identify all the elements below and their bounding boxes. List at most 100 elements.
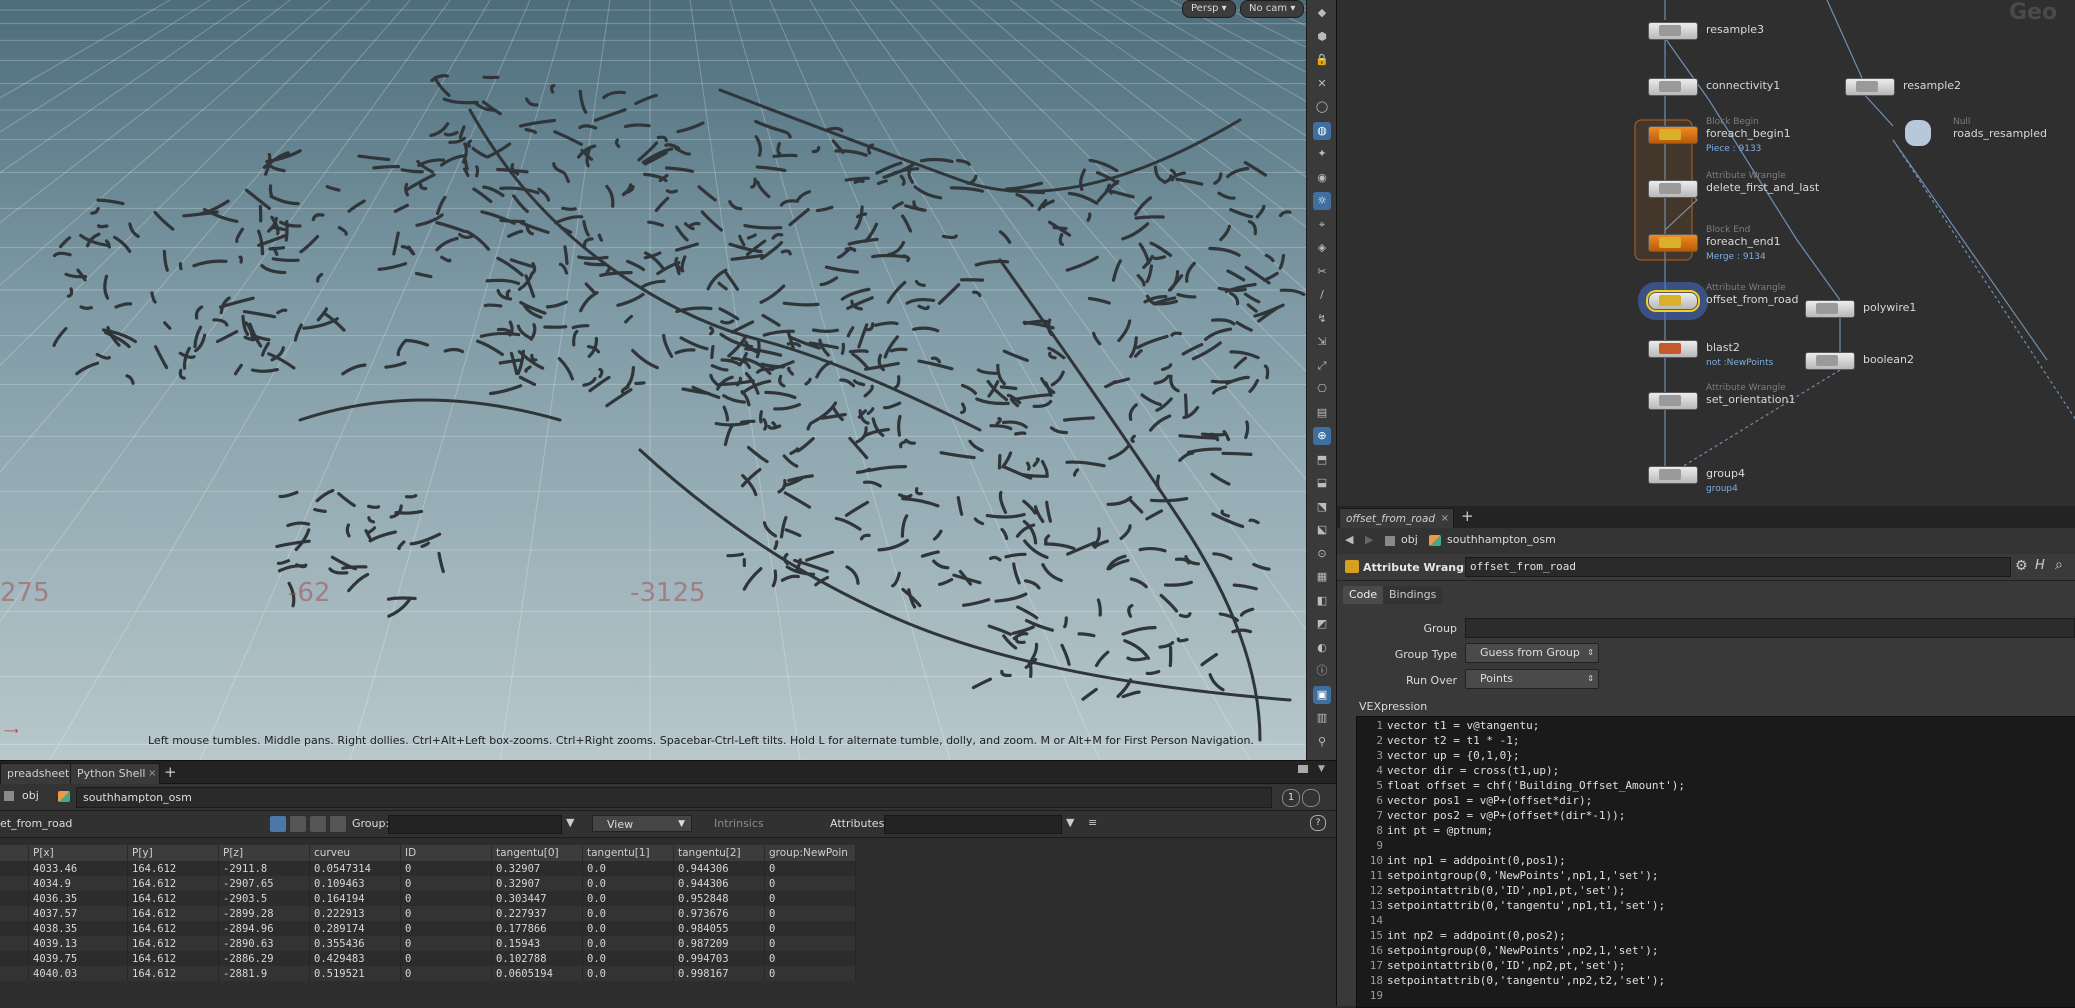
column-header[interactable]: tangentu[0] <box>491 845 583 861</box>
run-over-dropdown[interactable]: Points ⇕ <box>1465 669 1599 689</box>
column-header[interactable]: curveu <box>309 845 401 861</box>
table-row[interactable]: 4039.75 164.612 -2886.29 0.429483 0 0.102788 0… <box>0 951 856 966</box>
network-node[interactable] <box>1648 392 1698 410</box>
viewport-tool-icon[interactable]: ◍ <box>1313 121 1331 140</box>
code-line[interactable]: setpointattrib(0,'tangentu',np2,t2,'set'… <box>1387 974 1665 987</box>
viewport-tool-icon[interactable]: ⓘ <box>1313 662 1331 680</box>
node-name[interactable]: roads_resampled <box>1953 127 2047 140</box>
viewport-tool-icon[interactable]: ✕ <box>1313 75 1331 93</box>
node-name[interactable]: blast2 <box>1706 341 1740 354</box>
network-editor[interactable]: Geo resample3 connectivity1 foreach_begin1… <box>1336 0 2075 506</box>
code-line[interactable]: setpointgroup(0,'NewPoints',np1,1,'set')… <box>1387 869 1659 882</box>
code-line[interactable]: int np2 = addpoint(0,pos2); <box>1387 929 1566 942</box>
node-name[interactable]: offset_from_road <box>1706 293 1798 306</box>
network-node[interactable] <box>1648 340 1698 358</box>
column-header[interactable]: tangentu[1] <box>582 845 674 861</box>
viewport-tool-icon[interactable]: ▦ <box>1313 568 1331 586</box>
path-obj[interactable]: obj <box>22 789 39 802</box>
network-node[interactable] <box>1648 126 1698 144</box>
viewport-tool-icon[interactable]: ▣ <box>1313 685 1331 704</box>
viewport-tool-icon[interactable]: 🔒 <box>1313 51 1331 69</box>
network-node[interactable] <box>1805 352 1855 370</box>
network-node[interactable] <box>1648 234 1698 252</box>
column-header[interactable]: P[z] <box>218 845 310 861</box>
page-number[interactable]: 1 <box>1282 789 1300 807</box>
table-row[interactable]: 4038.35 164.612 -2894.96 0.289174 0 0.177866 0… <box>0 921 856 936</box>
code-line[interactable]: vector pos1 = v@P+(offset*dir); <box>1387 794 1592 807</box>
table-row[interactable]: 4033.46 164.612 -2911.8 0.0547314 0 0.32907 0.… <box>0 861 856 876</box>
viewport-tool-icon[interactable]: ⊕ <box>1313 427 1331 445</box>
group-type-dropdown[interactable]: Guess from Group ⇕ <box>1465 643 1599 663</box>
viewport-tool-icon[interactable]: ▥ <box>1313 709 1331 727</box>
network-node[interactable] <box>1895 120 1943 146</box>
node-name[interactable]: foreach_end1 <box>1706 235 1781 248</box>
add-tab-icon[interactable]: + <box>164 763 177 781</box>
filter-icon[interactable]: ▼ <box>1066 816 1074 829</box>
node-name[interactable]: group4 <box>1706 467 1745 480</box>
viewport-tool-icon[interactable]: ⬓ <box>1313 474 1331 492</box>
tab-bindings[interactable]: Bindings <box>1383 586 1443 604</box>
vex-code-editor[interactable]: 1 vector t1 = v@tangentu; 2 vector t2 = t1 … <box>1356 716 2075 1008</box>
code-line[interactable]: setpointattrib(0,'ID',np2,pt,'set'); <box>1387 959 1625 972</box>
viewport-tool-icon[interactable]: ⌖ <box>1313 216 1331 234</box>
close-icon[interactable]: × <box>1441 509 1449 529</box>
node-name-field[interactable]: offset_from_road <box>1465 557 2011 577</box>
node-name[interactable]: boolean2 <box>1863 353 1914 366</box>
primitives-mode-icon[interactable] <box>310 816 326 832</box>
column-header[interactable]: group:NewPoin <box>764 845 856 861</box>
close-icon[interactable]: × <box>148 764 156 784</box>
code-line[interactable]: setpointattrib(0,'tangentu',np1,t1,'set'… <box>1387 899 1665 912</box>
viewport-tool-icon[interactable]: ☼ <box>1313 192 1331 210</box>
detail-mode-icon[interactable] <box>330 816 346 832</box>
viewport-tool-icon[interactable]: ✦ <box>1313 145 1331 163</box>
viewport-tool-icon[interactable]: ⬔ <box>1313 498 1331 516</box>
path-node[interactable]: southhampton_osm <box>1447 533 1556 546</box>
column-header[interactable]: ID <box>400 845 492 861</box>
column-header[interactable]: P[y] <box>127 845 219 861</box>
viewport-tool-icon[interactable]: / <box>1313 286 1331 304</box>
path-obj[interactable]: obj <box>1401 533 1418 546</box>
viewport-tool-icon[interactable]: ⚲ <box>1313 733 1331 751</box>
points-mode-icon[interactable] <box>270 816 286 832</box>
gear-icon[interactable]: ⚙ <box>2015 558 2028 574</box>
table-row[interactable]: 4037.57 164.612 -2899.28 0.222913 0 0.227937 0… <box>0 906 856 921</box>
code-line[interactable]: vector t2 = t1 * -1; <box>1387 734 1519 747</box>
tab-code[interactable]: Code <box>1343 586 1384 604</box>
add-tab-icon[interactable]: + <box>1461 507 1474 525</box>
column-header[interactable]: P[x] <box>28 845 128 861</box>
view-dropdown[interactable]: View ▼ <box>592 815 692 832</box>
code-line[interactable]: float offset = chf('Building_Offset_Amou… <box>1387 779 1685 792</box>
node-name[interactable]: connectivity1 <box>1706 79 1780 92</box>
filter-icon[interactable]: ▼ <box>566 816 574 829</box>
node-name[interactable]: polywire1 <box>1863 301 1916 314</box>
viewport-tool-icon[interactable]: ▤ <box>1313 404 1331 422</box>
code-line[interactable]: int np1 = addpoint(0,pos1); <box>1387 854 1566 867</box>
code-line[interactable]: int pt = @ptnum; <box>1387 824 1493 837</box>
viewport-tool-icon[interactable]: ◐ <box>1313 639 1331 657</box>
viewport-tool-icon[interactable]: ⬕ <box>1313 521 1331 539</box>
network-node[interactable] <box>1845 78 1895 96</box>
chevron-down-icon[interactable]: ▼ <box>1318 764 1325 774</box>
viewport-tool-icon[interactable]: ✂ <box>1313 263 1331 281</box>
code-line[interactable]: setpointgroup(0,'NewPoints',np2,1,'set')… <box>1387 944 1659 957</box>
viewport-tool-icon[interactable]: ⬒ <box>1313 451 1331 469</box>
code-line[interactable]: setpointattrib(0,'ID',np1,pt,'set'); <box>1387 884 1625 897</box>
viewport-tool-icon[interactable]: ◈ <box>1313 239 1331 257</box>
viewport-tool-icon[interactable]: ↯ <box>1313 310 1331 328</box>
node-name[interactable]: set_orientation1 <box>1706 393 1795 406</box>
viewport-tool-icon[interactable]: ◆ <box>1313 4 1331 22</box>
node-name[interactable]: delete_first_and_last <box>1706 181 1819 194</box>
code-line[interactable]: vector up = {0,1,0}; <box>1387 749 1519 762</box>
node-name[interactable]: foreach_begin1 <box>1706 127 1791 140</box>
intrinsics-dropdown[interactable]: Intrinsics <box>714 817 764 830</box>
help-icon[interactable]: ? <box>1310 815 1326 831</box>
code-line[interactable]: vector t1 = v@tangentu; <box>1387 719 1539 732</box>
network-node[interactable] <box>1648 22 1698 40</box>
group-filter-input[interactable] <box>388 815 562 834</box>
table-row[interactable]: 4039.13 164.612 -2890.63 0.355436 0 0.15943 0.… <box>0 936 856 951</box>
column-menu-icon[interactable]: ≡ <box>1088 816 1097 829</box>
tab-python-shell[interactable]: Python Shell × <box>70 763 161 784</box>
scene-viewport[interactable]: 275 -62 -3125 Persp ▾ No cam ▾ Left mous… <box>0 0 1306 760</box>
search-icon[interactable]: ⌕ <box>2055 557 2063 573</box>
forward-arrow-icon[interactable]: ▶ <box>1365 533 1373 546</box>
